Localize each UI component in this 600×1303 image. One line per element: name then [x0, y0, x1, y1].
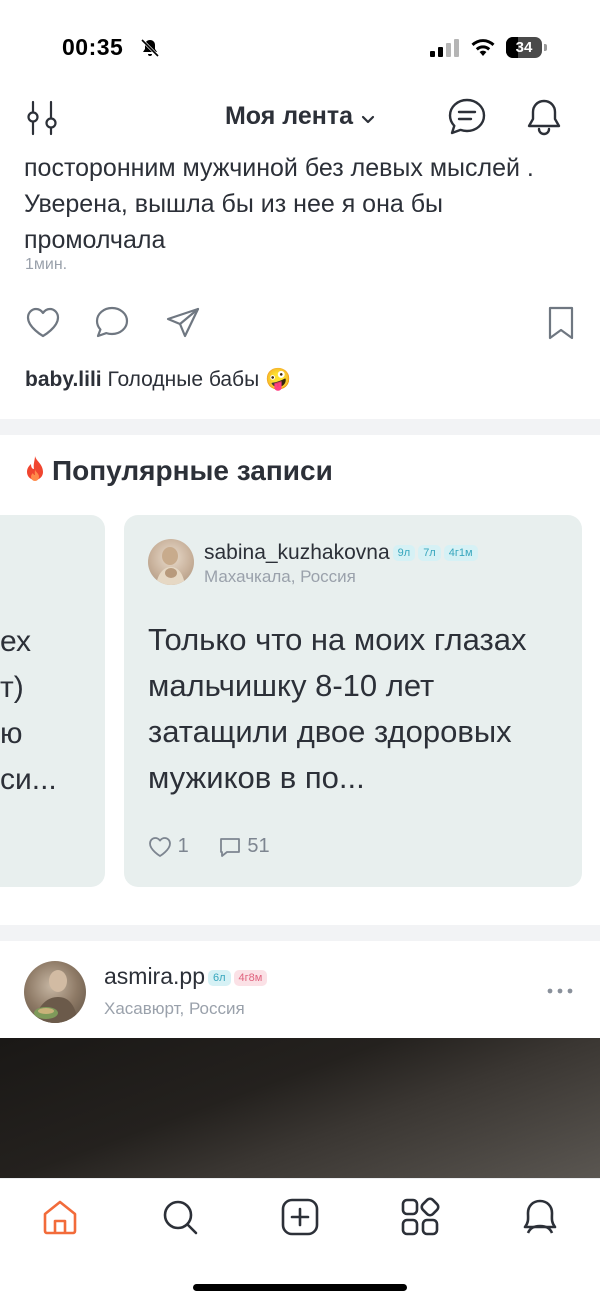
post-location: Хасавюрт, Россия — [104, 999, 245, 1018]
age-badge: 9л — [392, 545, 416, 561]
comment-username[interactable]: baby.lili — [25, 368, 102, 391]
card-username[interactable]: sabina_kuzhakovna 9л 7л 4г1м — [204, 541, 478, 565]
cellular-signal-icon — [430, 38, 460, 63]
feed-title: Моя лента — [224, 102, 353, 130]
add-post-icon[interactable] — [280, 1197, 320, 1237]
card-username-text: sabina_kuzhakovna — [204, 541, 390, 564]
avatar[interactable] — [24, 961, 86, 1023]
card-stats: 1 51 — [148, 835, 270, 858]
comment-icon[interactable] — [218, 835, 242, 857]
messages-icon[interactable] — [446, 96, 488, 138]
age-badge: 4г1м — [443, 545, 478, 561]
battery-icon: 34 — [506, 37, 547, 58]
likes-count: 1 — [177, 835, 189, 858]
post-header: asmira.pp 6л 4г8м Хасавюрт, Россия — [0, 945, 600, 1040]
section-divider — [0, 419, 600, 435]
status-time: 00:35 — [62, 34, 124, 60]
post-actions — [24, 304, 576, 344]
popular-title-text: Популярные записи — [52, 455, 333, 486]
home-icon[interactable] — [40, 1197, 80, 1237]
section-divider — [0, 925, 600, 941]
card-text-fragment: т) — [0, 671, 24, 704]
comments-count: 51 — [247, 835, 270, 858]
battery-level: 34 — [515, 39, 533, 56]
card-text-fragment: си... — [0, 763, 57, 796]
heart-icon[interactable] — [24, 304, 62, 342]
top-app-bar: Моя лента — [0, 92, 600, 144]
post-username[interactable]: asmira.pp 6л 4г8м — [104, 963, 268, 990]
services-grid-icon[interactable] — [400, 1197, 440, 1237]
status-bar: 00:35 34 — [0, 0, 600, 90]
feed-selector[interactable]: Моя лента — [0, 102, 600, 132]
age-badge: 6л — [207, 970, 231, 986]
post-timestamp: 1мин. — [25, 256, 68, 273]
popular-card-previous[interactable]: ех т) ю си... — [0, 515, 105, 887]
battery-tip — [544, 44, 547, 51]
post-text[interactable]: посторонним мужчиной без левых мыслей . … — [24, 150, 584, 258]
heart-icon[interactable] — [148, 835, 172, 857]
age-badge: 4г8м — [233, 970, 268, 986]
wifi-icon — [470, 36, 496, 63]
bookmark-icon[interactable] — [542, 304, 580, 342]
card-text-fragment: ю — [0, 717, 23, 750]
popular-card[interactable]: sabina_kuzhakovna 9л 7л 4г1м Махачкала, Рос… — [124, 515, 582, 887]
zany-face-emoji: 🤪 — [265, 368, 292, 391]
comment-text: Голодные бабы — [107, 368, 260, 391]
share-icon[interactable] — [164, 304, 202, 342]
post-username-text: asmira.pp — [104, 963, 205, 989]
avatar[interactable] — [148, 539, 194, 585]
fire-icon — [24, 455, 46, 490]
chevron-down-icon — [361, 103, 375, 132]
bell-slash-icon — [140, 38, 160, 63]
post-photo[interactable] — [0, 1038, 600, 1178]
bell-icon[interactable] — [524, 96, 564, 138]
home-indicator — [193, 1284, 407, 1291]
comment-preview[interactable]: baby.lili Голодные бабы 🤪 — [25, 368, 291, 392]
card-text-fragment: ех — [0, 625, 32, 658]
card-text: Только что на моих глазах мальчишку 8-10… — [148, 622, 527, 795]
card-location: Махачкала, Россия — [204, 567, 356, 586]
profile-icon[interactable] — [520, 1197, 560, 1237]
search-icon[interactable] — [160, 1197, 200, 1237]
comment-icon[interactable] — [93, 304, 131, 342]
more-options-icon[interactable] — [544, 981, 576, 1001]
popular-section-title: Популярные записи — [24, 455, 333, 490]
age-badge: 7л — [418, 545, 441, 561]
